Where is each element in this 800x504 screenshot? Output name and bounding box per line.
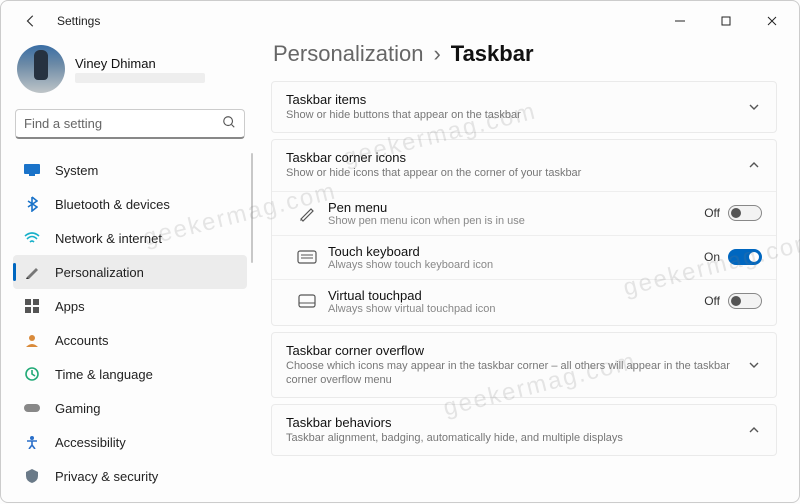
breadcrumb-parent[interactable]: Personalization bbox=[273, 41, 423, 67]
privacy-icon bbox=[23, 467, 41, 485]
gaming-icon bbox=[23, 399, 41, 417]
sidebar-item-label: Bluetooth & devices bbox=[55, 197, 170, 212]
sidebar-item-privacy[interactable]: Privacy & security bbox=[13, 459, 247, 493]
row-title: Pen menu bbox=[328, 200, 704, 215]
chevron-up-icon bbox=[746, 424, 762, 436]
toggle-state-label: Off bbox=[704, 206, 720, 220]
section-taskbar-items[interactable]: Taskbar items Show or hide buttons that … bbox=[271, 81, 777, 133]
sidebar-item-time[interactable]: Time & language bbox=[13, 357, 247, 391]
section-desc: Taskbar alignment, badging, automaticall… bbox=[286, 431, 746, 445]
touch-keyboard-toggle[interactable] bbox=[728, 249, 762, 265]
section-title: Taskbar items bbox=[286, 92, 746, 107]
sidebar-item-label: Time & language bbox=[55, 367, 153, 382]
section-desc: Show or hide icons that appear on the co… bbox=[286, 166, 746, 180]
window-title: Settings bbox=[57, 14, 100, 28]
user-email-placeholder bbox=[75, 73, 205, 83]
bluetooth-icon bbox=[23, 195, 41, 213]
row-pen-menu: Pen menu Show pen menu icon when pen is … bbox=[272, 191, 776, 235]
row-title: Virtual touchpad bbox=[328, 288, 704, 303]
section-title: Taskbar behaviors bbox=[286, 415, 746, 430]
sidebar-item-system[interactable]: System bbox=[13, 153, 247, 187]
sidebar-item-label: System bbox=[55, 163, 98, 178]
sidebar-item-label: Gaming bbox=[55, 401, 101, 416]
row-title: Touch keyboard bbox=[328, 244, 704, 259]
toggle-state-label: Off bbox=[704, 294, 720, 308]
row-desc: Show pen menu icon when pen is in use bbox=[328, 215, 704, 227]
sidebar-item-gaming[interactable]: Gaming bbox=[13, 391, 247, 425]
section-title: Taskbar corner overflow bbox=[286, 343, 746, 358]
sidebar-item-label: Accounts bbox=[55, 333, 108, 348]
sidebar-item-label: Network & internet bbox=[55, 231, 162, 246]
pen-menu-toggle[interactable] bbox=[728, 205, 762, 221]
user-name: Viney Dhiman bbox=[75, 56, 205, 71]
row-touch-keyboard: Touch keyboard Always show touch keyboar… bbox=[272, 235, 776, 279]
sidebar-item-accounts[interactable]: Accounts bbox=[13, 323, 247, 357]
sidebar-item-label: Apps bbox=[55, 299, 85, 314]
pen-icon bbox=[286, 204, 328, 222]
nav-scrollbar[interactable] bbox=[251, 153, 253, 263]
row-desc: Always show touch keyboard icon bbox=[328, 259, 704, 271]
section-taskbar-behaviors[interactable]: Taskbar behaviors Taskbar alignment, bad… bbox=[271, 404, 777, 456]
breadcrumb-current: Taskbar bbox=[451, 41, 534, 67]
time-icon bbox=[23, 365, 41, 383]
section-title: Taskbar corner icons bbox=[286, 150, 746, 165]
chevron-down-icon bbox=[746, 359, 762, 371]
apps-icon bbox=[23, 297, 41, 315]
sidebar-item-label: Accessibility bbox=[55, 435, 126, 450]
search-placeholder: Find a setting bbox=[24, 116, 222, 131]
nav: System Bluetooth & devices Network & int… bbox=[13, 153, 247, 493]
row-virtual-touchpad: Virtual touchpad Always show virtual tou… bbox=[272, 279, 776, 323]
chevron-right-icon: › bbox=[433, 41, 440, 67]
search-input[interactable]: Find a setting bbox=[15, 109, 245, 139]
sidebar-item-accessibility[interactable]: Accessibility bbox=[13, 425, 247, 459]
back-button[interactable] bbox=[13, 3, 49, 39]
maximize-button[interactable] bbox=[703, 5, 749, 37]
section-desc: Choose which icons may appear in the tas… bbox=[286, 359, 746, 388]
breadcrumb: Personalization › Taskbar bbox=[273, 41, 777, 67]
sidebar-item-bluetooth[interactable]: Bluetooth & devices bbox=[13, 187, 247, 221]
accounts-icon bbox=[23, 331, 41, 349]
keyboard-icon bbox=[286, 250, 328, 264]
close-button[interactable] bbox=[749, 5, 795, 37]
touchpad-icon bbox=[286, 294, 328, 308]
section-taskbar-corner-icons: Taskbar corner icons Show or hide icons … bbox=[271, 139, 777, 325]
accessibility-icon bbox=[23, 433, 41, 451]
title-bar: Settings bbox=[1, 1, 799, 41]
system-icon bbox=[23, 161, 41, 179]
sidebar: Viney Dhiman Find a setting System bbox=[1, 41, 259, 504]
sidebar-item-label: Personalization bbox=[55, 265, 144, 280]
personalization-icon bbox=[23, 263, 41, 281]
network-icon bbox=[23, 229, 41, 247]
toggle-state-label: On bbox=[704, 250, 720, 264]
chevron-down-icon bbox=[746, 101, 762, 113]
sidebar-item-label: Privacy & security bbox=[55, 469, 158, 484]
section-header[interactable]: Taskbar corner icons Show or hide icons … bbox=[272, 140, 776, 190]
main-content: Personalization › Taskbar Taskbar items … bbox=[259, 41, 799, 504]
chevron-up-icon bbox=[746, 159, 762, 171]
sidebar-item-apps[interactable]: Apps bbox=[13, 289, 247, 323]
virtual-touchpad-toggle[interactable] bbox=[728, 293, 762, 309]
minimize-button[interactable] bbox=[657, 5, 703, 37]
sidebar-item-network[interactable]: Network & internet bbox=[13, 221, 247, 255]
section-taskbar-corner-overflow[interactable]: Taskbar corner overflow Choose which ico… bbox=[271, 332, 777, 399]
sidebar-item-personalization[interactable]: Personalization bbox=[13, 255, 247, 289]
section-desc: Show or hide buttons that appear on the … bbox=[286, 108, 746, 122]
row-desc: Always show virtual touchpad icon bbox=[328, 303, 704, 315]
search-icon bbox=[222, 115, 236, 132]
avatar bbox=[17, 45, 65, 93]
user-profile[interactable]: Viney Dhiman bbox=[13, 41, 247, 103]
